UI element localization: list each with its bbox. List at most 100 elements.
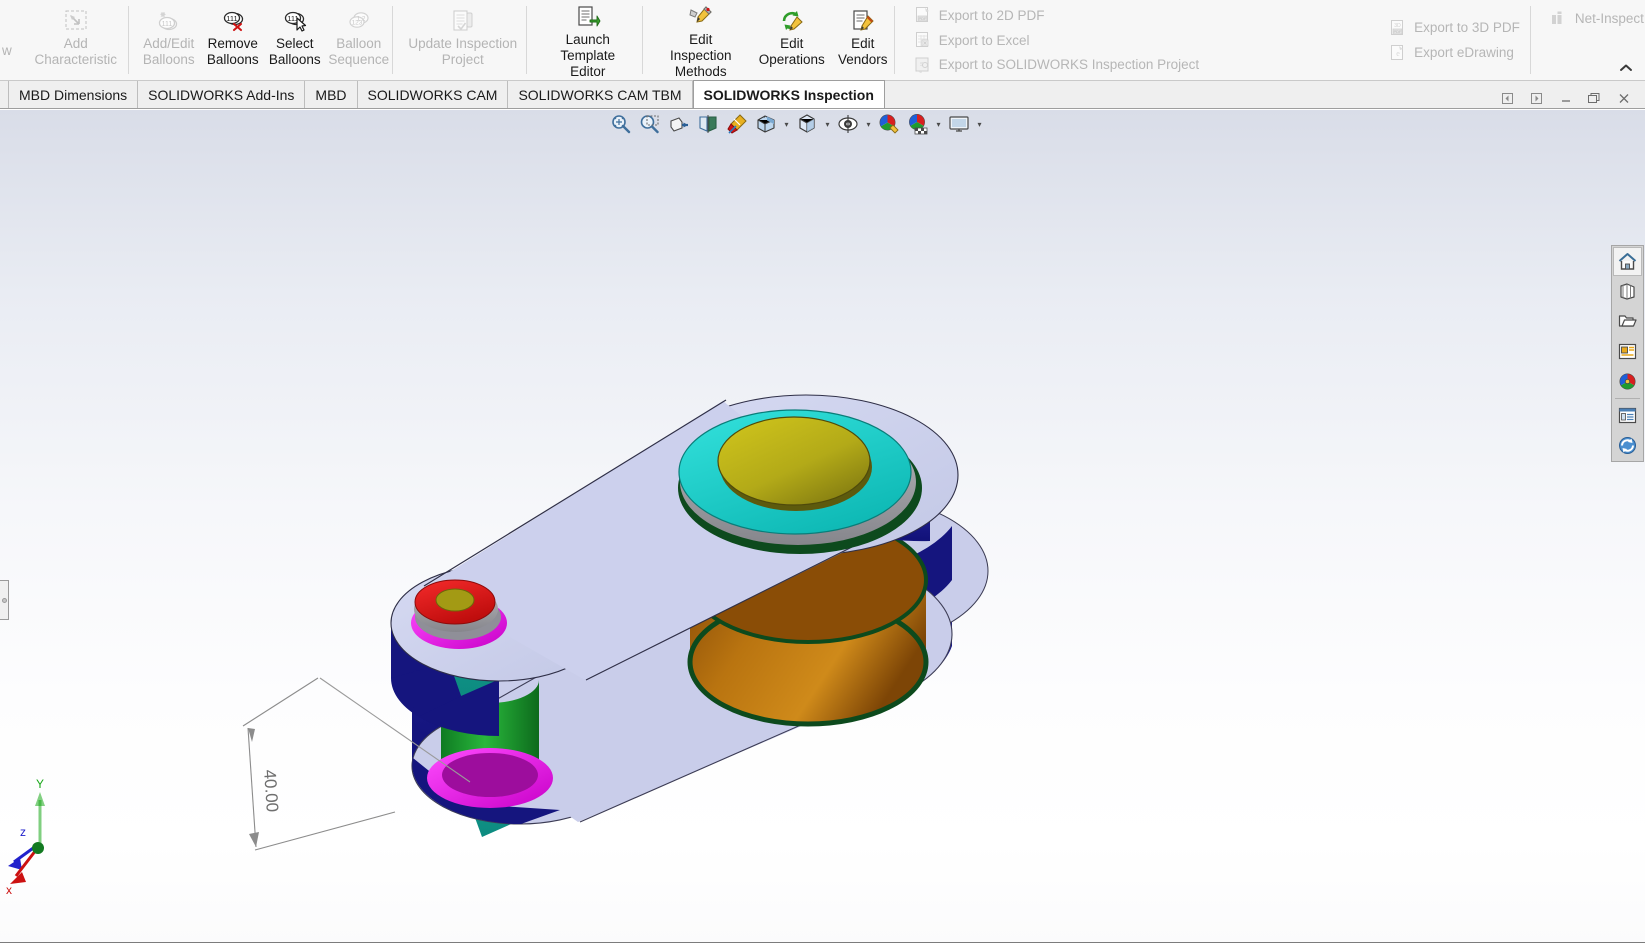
- update-inspection-project-label: Update Inspection Project: [408, 36, 518, 67]
- view-orientation-flip-icon[interactable]: [695, 111, 721, 137]
- remove-balloons-label: Remove Balloons: [206, 36, 259, 67]
- edit-vendors-icon: [850, 4, 876, 34]
- dimension-40-text: 40.00: [260, 769, 282, 813]
- svg-text:111: 111: [161, 21, 172, 28]
- edit-inspection-methods-label: Edit Inspection Methods: [669, 32, 732, 79]
- export-excel-icon: [914, 31, 932, 49]
- launch-template-editor-button[interactable]: Launch Template Editor: [534, 0, 642, 80]
- lower-magenta-ring: [427, 748, 553, 808]
- view-settings-icon[interactable]: [946, 111, 972, 137]
- toolbar-separator: [1615, 398, 1640, 399]
- restore-right-icon[interactable]: [1529, 91, 1544, 106]
- folder-icon[interactable]: [1613, 307, 1642, 336]
- view-palette-icon[interactable]: [1613, 401, 1642, 430]
- ribbon-collapse-button[interactable]: [1617, 61, 1635, 75]
- chevron-up-icon: [1620, 64, 1632, 71]
- export-edrawing-label: Export eDrawing: [1414, 45, 1514, 60]
- add-edit-balloons-button[interactable]: 111 Add/Edit Balloons: [136, 0, 202, 80]
- triad-z-label: z: [20, 825, 26, 839]
- svg-text:e: e: [1396, 49, 1400, 58]
- apply-scene-brush-icon[interactable]: [724, 111, 750, 137]
- hide-show-items-icon[interactable]: [835, 111, 861, 137]
- custom-properties-icon[interactable]: [1613, 337, 1642, 366]
- select-balloons-icon: 111: [282, 4, 308, 34]
- view-orientation-dropdown-caret[interactable]: ▾: [823, 120, 832, 129]
- add-characteristic-button[interactable]: Add Characteristic: [24, 0, 128, 80]
- appearances-icon[interactable]: [1613, 277, 1642, 306]
- tab-solidworks-cam[interactable]: SOLIDWORKS CAM: [357, 81, 509, 108]
- home-icon[interactable]: [1613, 247, 1642, 276]
- svg-text:111: 111: [226, 14, 237, 23]
- tab-solidworks-cam-tbm[interactable]: SOLIDWORKS CAM TBM: [508, 81, 693, 108]
- edit-appearance-icon[interactable]: [876, 111, 902, 137]
- minimize-icon[interactable]: [1558, 91, 1573, 106]
- tab-mbd-dimensions[interactable]: MBD Dimensions: [8, 81, 139, 108]
- window-controls: [1500, 91, 1645, 108]
- export-column-secondary: PDF 3D Export to 3D PDF e Export eDrawin…: [1379, 0, 1530, 80]
- svg-text:PDF: PDF: [1394, 29, 1403, 34]
- ribbon-left-clipped-label: w: [2, 43, 12, 58]
- view-settings-dropdown-caret[interactable]: ▾: [975, 120, 984, 129]
- net-inspect-button[interactable]: Net-Inspect: [1544, 6, 1645, 31]
- svg-text:PDF: PDF: [918, 16, 927, 21]
- zoom-to-fit-icon[interactable]: [608, 111, 634, 137]
- dimension-40-text-group[interactable]: 40.00: [260, 769, 282, 813]
- display-style-icon[interactable]: [753, 111, 779, 137]
- export-2d-pdf-button[interactable]: PDF Export to 2D PDF: [908, 3, 1205, 28]
- export-inspection-project-icon: S: [914, 56, 932, 74]
- refresh-icon[interactable]: [1613, 431, 1642, 460]
- edit-vendors-button[interactable]: Edit Vendors: [832, 0, 894, 80]
- close-icon[interactable]: [1616, 91, 1631, 106]
- view-heads-up-toolbar: [1611, 245, 1644, 462]
- launch-template-editor-icon: [575, 4, 601, 30]
- ribbon-group-characteristic: Add Characteristic: [16, 0, 128, 80]
- net-inspect-label: Net-Inspect: [1574, 11, 1644, 26]
- export-edrawing-button[interactable]: e Export eDrawing: [1383, 40, 1526, 65]
- add-edit-balloons-label: Add/Edit Balloons: [142, 36, 195, 67]
- remove-balloons-button[interactable]: 111 Remove Balloons: [202, 0, 264, 80]
- export-3d-pdf-label: Export to 3D PDF: [1414, 20, 1520, 35]
- select-balloons-button[interactable]: 111 Select Balloons: [264, 0, 326, 80]
- tab-solidworks-add-ins[interactable]: SOLIDWORKS Add-Ins: [138, 81, 306, 108]
- section-view-icon[interactable]: [666, 111, 692, 137]
- balloon-sequence-button[interactable]: 1 2 123 Balloon Sequence: [326, 0, 392, 80]
- edit-operations-icon: [779, 4, 805, 34]
- ribbon-group-balloons: 111 Add/Edit Balloons 111 Remove Balloon…: [127, 0, 392, 80]
- export-2d-pdf-icon: PDF: [914, 6, 932, 24]
- export-inspection-project-button[interactable]: S Export to SOLIDWORKS Inspection Projec…: [908, 52, 1205, 77]
- maximize-icon[interactable]: [1587, 91, 1602, 106]
- edit-inspection-methods-icon: [688, 4, 714, 30]
- zoom-to-area-icon[interactable]: [637, 111, 663, 137]
- net-inspect-icon: [1550, 10, 1568, 28]
- ribbon: w Add Characteristic 111 Add/Edit Balloo…: [0, 0, 1645, 81]
- model-3d-view[interactable]: 40.00 Y z x: [0, 110, 1645, 943]
- tab-mbd[interactable]: MBD: [305, 81, 358, 108]
- export-3d-pdf-icon: PDF 3D: [1389, 19, 1407, 37]
- graphics-area[interactable]: 40.00 Y z x: [0, 110, 1645, 943]
- edit-operations-button[interactable]: Edit Operations: [752, 0, 832, 80]
- apply-scene-icon[interactable]: [905, 111, 931, 137]
- remove-balloons-icon: 111: [220, 4, 246, 34]
- update-inspection-project-icon: [450, 4, 476, 34]
- ribbon-group-template: Launch Template Editor: [525, 0, 642, 80]
- export-3d-pdf-button[interactable]: PDF 3D Export to 3D PDF: [1383, 15, 1526, 40]
- edit-inspection-methods-button[interactable]: Edit Inspection Methods: [650, 0, 752, 80]
- restore-left-icon[interactable]: [1500, 91, 1515, 106]
- launch-template-editor-label: Launch Template Editor: [560, 32, 616, 79]
- display-manager-icon[interactable]: [1613, 367, 1642, 396]
- display-style-dropdown-caret[interactable]: ▾: [782, 120, 791, 129]
- ribbon-group-edit: Edit Inspection Methods Edit Operations …: [641, 0, 894, 80]
- export-column-primary: PDF Export to 2D PDF Export to Excel S E…: [904, 0, 1209, 80]
- apply-scene-dropdown-caret[interactable]: ▾: [934, 120, 943, 129]
- tab-solidworks-inspection[interactable]: SOLIDWORKS Inspection: [692, 80, 885, 108]
- add-characteristic-icon: [63, 4, 89, 34]
- view-orientation-icon[interactable]: [794, 111, 820, 137]
- export-inspection-project-label: Export to SOLIDWORKS Inspection Project: [938, 57, 1200, 73]
- export-excel-label: Export to Excel: [938, 32, 1030, 48]
- update-inspection-project-button[interactable]: Update Inspection Project: [400, 0, 526, 80]
- triad-x-label: x: [6, 883, 12, 897]
- add-characteristic-label: Add Characteristic: [34, 36, 118, 67]
- svg-text:3D: 3D: [1394, 23, 1401, 29]
- hide-show-dropdown-caret[interactable]: ▾: [864, 120, 873, 129]
- export-excel-button[interactable]: Export to Excel: [908, 28, 1205, 53]
